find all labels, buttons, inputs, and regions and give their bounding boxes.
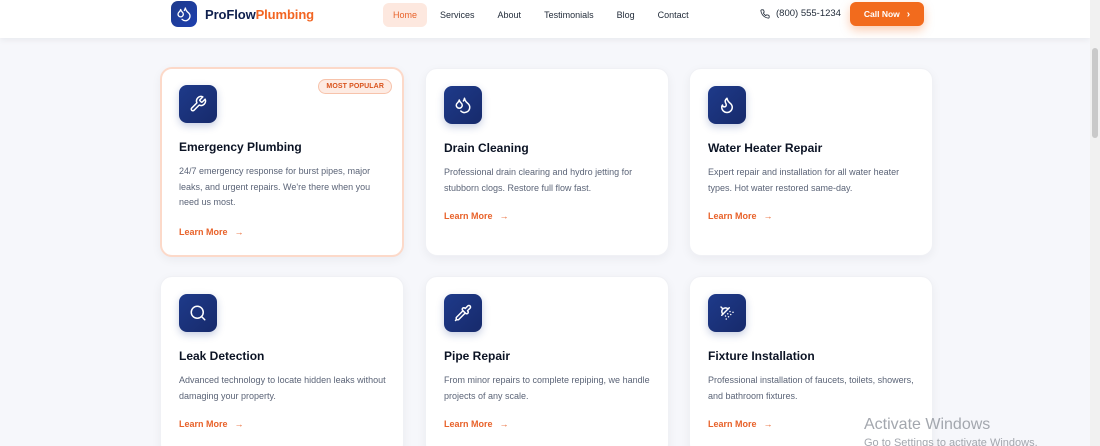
service-card-leak-detection[interactable]: Leak Detection Advanced technology to lo… [160,276,404,446]
nav-item-contact[interactable]: Contact [648,3,699,27]
learn-more-link[interactable]: Learn More → [179,227,244,237]
service-title: Fixture Installation [708,349,815,363]
service-card-pipe-repair[interactable]: Pipe Repair From minor repairs to comple… [425,276,669,446]
service-card-emergency-plumbing[interactable]: MOST POPULAR Emergency Plumbing 24/7 eme… [160,67,404,257]
arrow-right-icon: → [499,211,509,221]
flame-icon [708,86,746,124]
learn-more-label: Learn More [708,419,757,429]
service-title: Pipe Repair [444,349,511,363]
most-popular-badge: MOST POPULAR [318,79,392,94]
learn-more-label: Learn More [179,419,228,429]
service-title: Drain Cleaning [444,141,529,155]
brand-name-accent: Plumbing [255,6,315,22]
learn-more-label: Learn More [708,211,757,221]
call-now-label: Call Now [863,9,900,19]
service-description: Professional drain clearing and hydro je… [444,167,633,193]
main-nav: Home Services About Testimonials Blog Co… [383,3,702,27]
arrow-right-icon: → [499,419,509,429]
search-icon [179,294,217,332]
service-title: Emergency Plumbing [179,140,302,154]
service-title: Water Heater Repair [708,141,823,155]
service-description: Expert repair and installation for all w… [708,167,900,193]
arrow-right-icon: → [234,419,244,429]
watermark-subtitle: Go to Settings to activate Windows. [864,437,1038,446]
droplets-icon [444,86,482,124]
service-card-drain-cleaning[interactable]: Drain Cleaning Professional drain cleari… [425,68,669,256]
brand-name: ProFlowPlumbing [205,7,314,22]
service-description: Advanced technology to locate hidden lea… [179,375,386,401]
learn-more-link[interactable]: Learn More → [708,211,773,221]
arrow-right-icon: → [763,419,773,429]
shower-icon [708,294,746,332]
service-description: Professional installation of faucets, to… [708,375,914,401]
chevron-right-icon: › [906,8,911,20]
arrow-right-icon: → [763,211,773,221]
learn-more-label: Learn More [179,227,228,237]
phone-link[interactable]: (800) 555-1234 [760,8,841,19]
learn-more-link[interactable]: Learn More → [708,419,773,429]
call-now-button[interactable]: Call Now › [850,2,924,26]
site-header: ProFlowPlumbing Home Services About Test… [0,0,1090,38]
nav-item-testimonials[interactable]: Testimonials [534,3,604,27]
learn-more-link[interactable]: Learn More → [444,419,509,429]
watermark-title: Activate Windows [864,416,991,433]
learn-more-label: Learn More [444,419,493,429]
wrench-icon [179,85,217,123]
scrollbar-thumb[interactable] [1092,48,1098,138]
nav-item-home[interactable]: Home [383,3,428,27]
learn-more-link[interactable]: Learn More → [179,419,244,429]
learn-more-link[interactable]: Learn More → [444,211,509,221]
service-description: From minor repairs to complete repiping,… [444,375,650,401]
scrollbar[interactable] [1090,0,1100,446]
pipette-icon [444,294,482,332]
nav-item-blog[interactable]: Blog [607,3,645,27]
droplets-icon [171,1,197,27]
learn-more-label: Learn More [444,211,493,221]
service-title: Leak Detection [179,349,265,363]
nav-item-services[interactable]: Services [430,3,485,27]
activate-windows-watermark: Activate Windows Go to Settings to activ… [864,416,1038,446]
service-card-water-heater-repair[interactable]: Water Heater Repair Expert repair and in… [689,68,933,256]
arrow-right-icon: → [234,227,244,237]
nav-item-about[interactable]: About [488,3,532,27]
service-description: 24/7 emergency response for burst pipes,… [179,166,371,207]
brand[interactable]: ProFlowPlumbing [171,1,314,27]
brand-name-primary: ProFlow [205,6,256,22]
phone-number: (800) 555-1234 [776,8,841,19]
phone-icon [760,8,770,19]
